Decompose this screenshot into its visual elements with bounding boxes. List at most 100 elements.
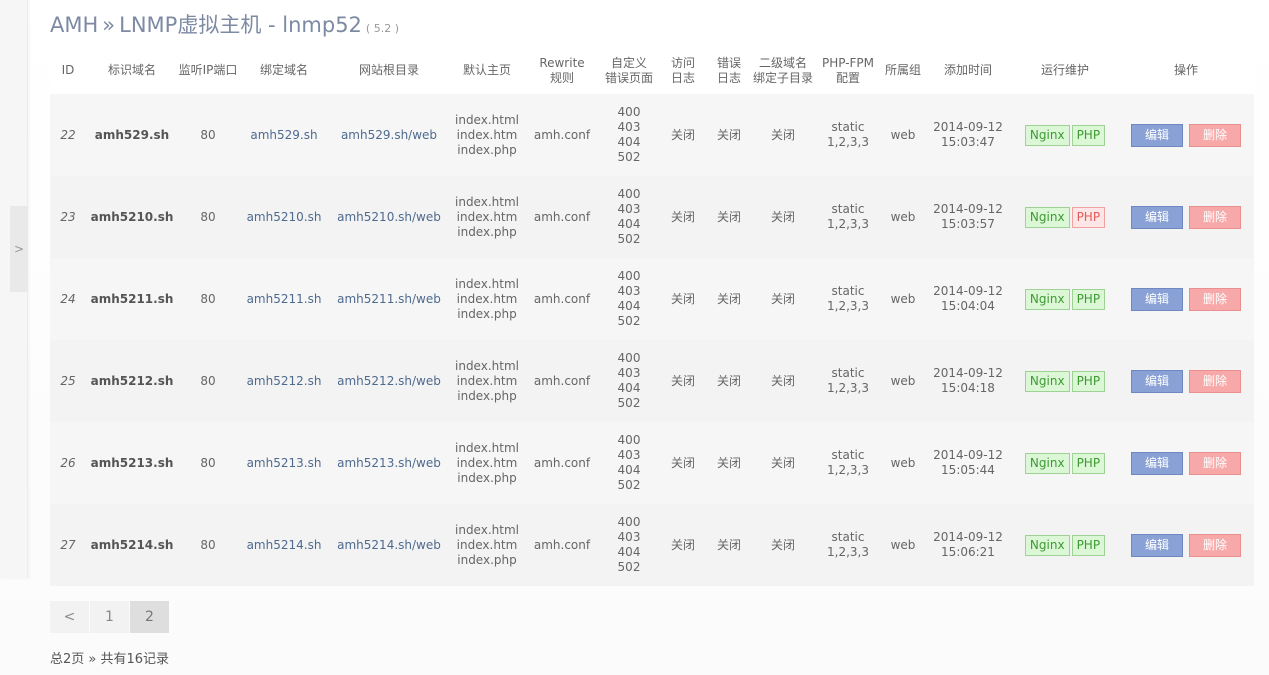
cell-added-time: 2014-09-12 15:03:57: [924, 176, 1012, 258]
domain-link[interactable]: amh5213.sh: [247, 456, 322, 470]
cell-group: web: [890, 127, 916, 142]
nginx-status-button[interactable]: Nginx: [1024, 370, 1070, 392]
cell-actions: 编辑 删除: [1118, 94, 1254, 176]
column-header-label: ID: [61, 63, 75, 77]
cell-index-pages: index.html index.htm index.php: [448, 422, 526, 504]
column-header: 二级域名 绑定子目录: [752, 47, 814, 94]
php-fpm-value: 1,2,3,3: [827, 381, 869, 395]
cell-subdir-binding: 关闭: [770, 373, 795, 388]
php-fpm-value: static: [831, 448, 865, 462]
pagination-prev-button[interactable]: <: [50, 601, 89, 633]
nginx-status-button[interactable]: Nginx: [1024, 534, 1070, 556]
php-fpm-value: 1,2,3,3: [827, 217, 869, 231]
web-root-link[interactable]: amh5213.sh/web: [337, 456, 441, 470]
column-header: 标识域名: [86, 47, 178, 94]
cell-php-fpm: static 1,2,3,3: [814, 94, 882, 176]
nginx-status-button[interactable]: Nginx: [1024, 452, 1070, 474]
edit-button[interactable]: 编辑: [1131, 369, 1183, 393]
nginx-status-button[interactable]: Nginx: [1024, 124, 1070, 146]
index-page-item: index.php: [457, 470, 517, 485]
edit-button[interactable]: 编辑: [1131, 123, 1183, 147]
php-fpm-value: static: [831, 120, 865, 134]
cell-web-root: amh5211.sh/web: [330, 258, 448, 340]
delete-button[interactable]: 删除: [1189, 205, 1241, 229]
domain-link[interactable]: amh5211.sh: [247, 292, 322, 306]
added-date: 2014-09-12: [933, 366, 1003, 380]
edit-button[interactable]: 编辑: [1131, 451, 1183, 475]
cell-web-root: amh5214.sh/web: [330, 504, 448, 586]
column-header: Rewrite 规则: [526, 47, 598, 94]
cell-domain: amh5214.sh: [238, 504, 330, 586]
delete-button[interactable]: 删除: [1189, 123, 1241, 147]
cell-error-log: 关闭: [716, 537, 741, 552]
nginx-status-button[interactable]: Nginx: [1024, 206, 1070, 228]
cell-rewrite: amh.conf: [533, 127, 591, 142]
web-root-link[interactable]: amh5212.sh/web: [337, 374, 441, 388]
cell-error-pages: 400 403 404 502: [598, 258, 660, 340]
pagination-page-2[interactable]: 2: [130, 601, 169, 633]
cell-port: 80: [200, 373, 216, 388]
cell-error-pages: 400 403 404 502: [598, 340, 660, 422]
edit-button[interactable]: 编辑: [1131, 287, 1183, 311]
php-status-button[interactable]: PHP: [1071, 124, 1106, 146]
pagination: < 1 2: [50, 601, 170, 633]
column-header-label: 自定义: [610, 55, 647, 70]
nginx-status-button[interactable]: Nginx: [1024, 288, 1070, 310]
column-header: 默认主页: [448, 47, 526, 94]
cell-id: 26: [60, 455, 76, 470]
cell-error-log: 关闭: [716, 209, 741, 224]
php-fpm-value: 1,2,3,3: [827, 299, 869, 313]
cell-maintenance: Nginx PHP: [1012, 340, 1118, 422]
error-page-code: 404: [617, 299, 641, 313]
cell-web-root: amh5213.sh/web: [330, 422, 448, 504]
title-separator: »: [102, 13, 116, 37]
cell-access-log: 关闭: [670, 209, 695, 224]
cell-added-time: 2014-09-12 15:04:04: [924, 258, 1012, 340]
pagination-page-1[interactable]: 1: [90, 601, 129, 633]
cell-php-fpm: static 1,2,3,3: [814, 422, 882, 504]
cell-error-log: 关闭: [716, 127, 741, 142]
pagination-summary: 总2页 » 共有16记录: [50, 652, 170, 667]
error-page-code: 502: [617, 232, 641, 246]
web-root-link[interactable]: amh529.sh/web: [341, 128, 437, 142]
error-page-code: 403: [617, 448, 641, 462]
cell-rewrite: amh.conf: [533, 455, 591, 470]
php-status-button[interactable]: PHP: [1071, 288, 1106, 310]
web-root-link[interactable]: amh5214.sh/web: [337, 538, 441, 552]
cell-maintenance: Nginx PHP: [1012, 258, 1118, 340]
delete-button[interactable]: 删除: [1189, 369, 1241, 393]
delete-button[interactable]: 删除: [1189, 287, 1241, 311]
error-page-code: 400: [617, 433, 641, 447]
php-status-button[interactable]: PHP: [1071, 534, 1106, 556]
column-header-label: 绑定域名: [259, 63, 308, 77]
error-page-code: 403: [617, 202, 641, 216]
web-root-link[interactable]: amh5210.sh/web: [337, 210, 441, 224]
error-page-code: 502: [617, 150, 641, 164]
brand-label[interactable]: AMH: [50, 13, 98, 37]
domain-link[interactable]: amh529.sh: [250, 128, 317, 142]
edit-button[interactable]: 编辑: [1131, 205, 1183, 229]
cell-group: web: [890, 455, 916, 470]
delete-button[interactable]: 删除: [1189, 451, 1241, 475]
index-page-item: index.html: [455, 440, 519, 455]
table-row: 26 amh5213.sh 80 amh5213.sh amh5213.sh/web in…: [50, 422, 1254, 504]
cell-rewrite: amh.conf: [533, 209, 591, 224]
delete-button[interactable]: 删除: [1189, 533, 1241, 557]
column-header-label: 错误页面: [604, 70, 653, 85]
column-header-label: 添加时间: [943, 63, 992, 77]
php-fpm-value: 1,2,3,3: [827, 463, 869, 477]
sidebar-toggle-button[interactable]: >: [10, 206, 28, 292]
domain-link[interactable]: amh5214.sh: [247, 538, 322, 552]
cell-rewrite: amh.conf: [533, 537, 591, 552]
added-time: 15:04:04: [941, 299, 995, 313]
edit-button[interactable]: 编辑: [1131, 533, 1183, 557]
php-status-button[interactable]: PHP: [1071, 206, 1106, 228]
web-root-link[interactable]: amh5211.sh/web: [337, 292, 441, 306]
cell-subdir-binding: 关闭: [770, 537, 795, 552]
php-status-button[interactable]: PHP: [1071, 452, 1106, 474]
added-date: 2014-09-12: [933, 448, 1003, 462]
domain-link[interactable]: amh5212.sh: [247, 374, 322, 388]
domain-link[interactable]: amh5210.sh: [247, 210, 322, 224]
cell-added-time: 2014-09-12 15:06:21: [924, 504, 1012, 586]
php-status-button[interactable]: PHP: [1071, 370, 1106, 392]
